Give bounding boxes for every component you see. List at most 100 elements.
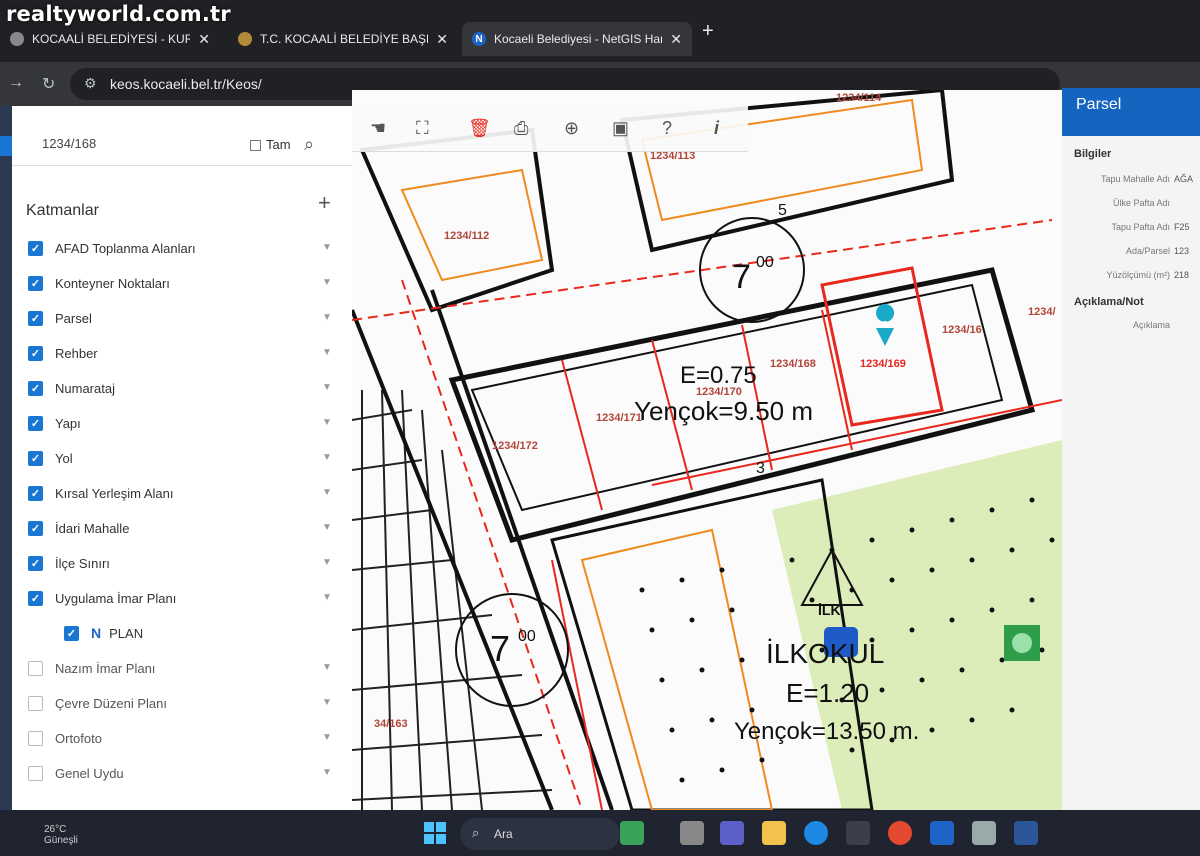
start-icon[interactable] <box>424 822 446 844</box>
tab-kocaali-kurumsal[interactable]: KOCAALİ BELEDİYESİ - KURUMS ✕ <box>0 22 220 56</box>
layer-item[interactable]: Nazım İmar Planı <box>28 656 155 680</box>
file-explorer-icon[interactable] <box>762 821 786 845</box>
search-input[interactable]: 1234/168 <box>42 136 96 151</box>
calculator-icon[interactable] <box>972 821 996 845</box>
pan-hand-icon[interactable]: ☚ <box>370 118 386 139</box>
layer-checkbox[interactable]: ✓ <box>28 520 43 536</box>
layer-item[interactable]: ✓ Parsel <box>28 306 92 330</box>
layer-checkbox[interactable]: ✓ <box>64 625 79 641</box>
layer-name: Çevre Düzeni Planı <box>55 695 167 711</box>
layer-name: Nazım İmar Planı <box>55 660 156 676</box>
layer-item[interactable]: ✓ Numarataj <box>28 376 115 400</box>
help-icon[interactable]: ? <box>662 118 672 139</box>
layer-name: Numarataj <box>55 380 115 396</box>
chevron-down-icon[interactable]: ▼ <box>322 767 332 778</box>
teams-icon[interactable] <box>720 821 744 845</box>
chevron-down-icon[interactable]: ▼ <box>322 347 332 358</box>
chevron-down-icon[interactable]: ▼ <box>322 382 332 393</box>
layer-item[interactable]: ✓ AFAD Toplanma Alanları <box>28 236 196 260</box>
site-settings-icon[interactable]: ⚙ <box>84 75 97 92</box>
browser-tab-strip: realtyworld.com.tr KOCAALİ BELEDİYESİ - … <box>0 0 1200 62</box>
chevron-down-icon[interactable]: ▼ <box>322 242 332 253</box>
taskbar-search[interactable]: ⌕ Ara <box>460 818 620 850</box>
weather-text: Güneşli <box>44 835 78 846</box>
info-key: Tapu Pafta Adı <box>1111 222 1170 232</box>
panel-title: Parsel <box>1076 96 1122 113</box>
chevron-down-icon[interactable]: ▼ <box>322 697 332 708</box>
layer-checkbox[interactable]: ✓ <box>28 485 43 501</box>
netgis-favicon-icon: N <box>472 32 486 46</box>
chevron-down-icon[interactable]: ▼ <box>322 487 332 498</box>
search-icon[interactable]: ⌕ <box>304 134 314 155</box>
store-icon[interactable] <box>846 821 870 845</box>
chevron-down-icon[interactable]: ▼ <box>322 312 332 323</box>
height-circle-2 <box>455 593 569 707</box>
close-icon[interactable]: ✕ <box>436 31 448 48</box>
chevron-down-icon[interactable]: ▼ <box>322 522 332 533</box>
layer-checkbox[interactable]: ✓ <box>28 240 43 256</box>
layer-name: Konteyner Noktaları <box>55 275 170 291</box>
close-icon[interactable]: ✕ <box>198 31 210 48</box>
chevron-down-icon[interactable]: ▼ <box>322 557 332 568</box>
reload-icon[interactable]: ↻ <box>42 74 55 94</box>
layer-item[interactable]: ✓ Uygulama İmar Planı <box>28 586 176 610</box>
close-icon[interactable]: ✕ <box>670 31 682 48</box>
word-icon[interactable] <box>1014 821 1038 845</box>
layer-item[interactable]: ✓ İdari Mahalle <box>28 516 129 540</box>
chevron-down-icon[interactable]: ▼ <box>322 662 332 673</box>
chevron-down-icon[interactable]: ▼ <box>322 277 332 288</box>
layer-checkbox[interactable]: ✓ <box>28 380 43 396</box>
tab-netgis[interactable]: N Kocaeli Belediyesi - NetGIS Har ✕ <box>462 22 692 56</box>
layer-checkbox[interactable]: ✓ <box>28 345 43 361</box>
widgets-icon[interactable] <box>620 821 644 845</box>
layer-item[interactable]: ✓ Rehber <box>28 341 98 365</box>
weather-widget[interactable]: 26°C Güneşli <box>44 824 78 846</box>
chrome-icon[interactable] <box>888 821 912 845</box>
layer-item[interactable]: Genel Uydu <box>28 761 124 785</box>
tab-kocaali-baskan[interactable]: T.C. KOCAALİ BELEDİYE BAŞKAN ✕ <box>228 22 458 56</box>
layer-checkbox[interactable]: ✓ <box>28 275 43 291</box>
layer-checkbox[interactable]: ✓ <box>28 450 43 466</box>
layer-checkbox[interactable]: ✓ <box>28 415 43 431</box>
add-layer-icon[interactable]: + <box>318 190 331 216</box>
info-row: Yüzölçümü (m²) 218 <box>1062 264 1200 288</box>
layer-item[interactable]: Çevre Düzeni Planı <box>28 691 167 715</box>
layer-checkbox[interactable] <box>28 765 43 781</box>
chevron-down-icon[interactable]: ▼ <box>322 452 332 463</box>
forward-icon[interactable]: → <box>8 74 24 92</box>
screen: realtyworld.com.tr KOCAALİ BELEDİYESİ - … <box>0 0 1200 856</box>
layer-item[interactable]: Ortofoto <box>28 726 102 750</box>
chevron-down-icon[interactable]: ▼ <box>322 732 332 743</box>
layer-item[interactable]: ✓ Kırsal Yerleşim Alanı <box>28 481 174 505</box>
delete-icon[interactable]: 🗑 <box>468 118 491 139</box>
layer-item[interactable]: ✓ Konteyner Noktaları <box>28 271 170 295</box>
parcel-label: 34/163 <box>374 718 408 730</box>
extent-icon[interactable]: ⛶ <box>416 118 429 139</box>
image-icon[interactable]: ▣ <box>612 118 629 139</box>
layer-item[interactable]: ✓ İlçe Sınırı <box>28 551 110 575</box>
task-view-icon[interactable] <box>680 821 704 845</box>
layer-item[interactable]: ✓ Yapı <box>28 411 81 435</box>
netgis-icon[interactable] <box>930 821 954 845</box>
locate-icon[interactable]: ⊕ <box>564 118 579 139</box>
layer-checkbox[interactable]: ✓ <box>28 590 43 606</box>
new-tab-icon[interactable]: + <box>702 20 714 43</box>
search-text: Ara <box>494 827 513 841</box>
layer-checkbox[interactable]: ✓ <box>28 310 43 326</box>
map-canvas[interactable]: 7 00 7 00 E=0.75 Yençok=9.50 m İLKOKUL İ… <box>352 90 1062 810</box>
chevron-down-icon[interactable]: ▼ <box>322 417 332 428</box>
layer-item[interactable]: ✓ N PLAN <box>64 621 143 645</box>
layer-checkbox[interactable] <box>28 660 43 676</box>
chevron-down-icon[interactable]: ▼ <box>322 592 332 603</box>
layer-item[interactable]: ✓ Yol <box>28 446 73 470</box>
print-icon[interactable]: ⎙ <box>514 118 528 139</box>
info-icon[interactable]: i <box>714 118 719 139</box>
layer-checkbox[interactable] <box>28 730 43 746</box>
school-coef: E=1.20 <box>786 678 870 708</box>
panel-header: Parsel <box>1062 88 1200 136</box>
edge-icon[interactable] <box>804 821 828 845</box>
layer-checkbox[interactable] <box>28 695 43 711</box>
tam-checkbox[interactable] <box>250 140 261 151</box>
layer-checkbox[interactable]: ✓ <box>28 555 43 571</box>
layer-name: Uygulama İmar Planı <box>55 590 177 606</box>
